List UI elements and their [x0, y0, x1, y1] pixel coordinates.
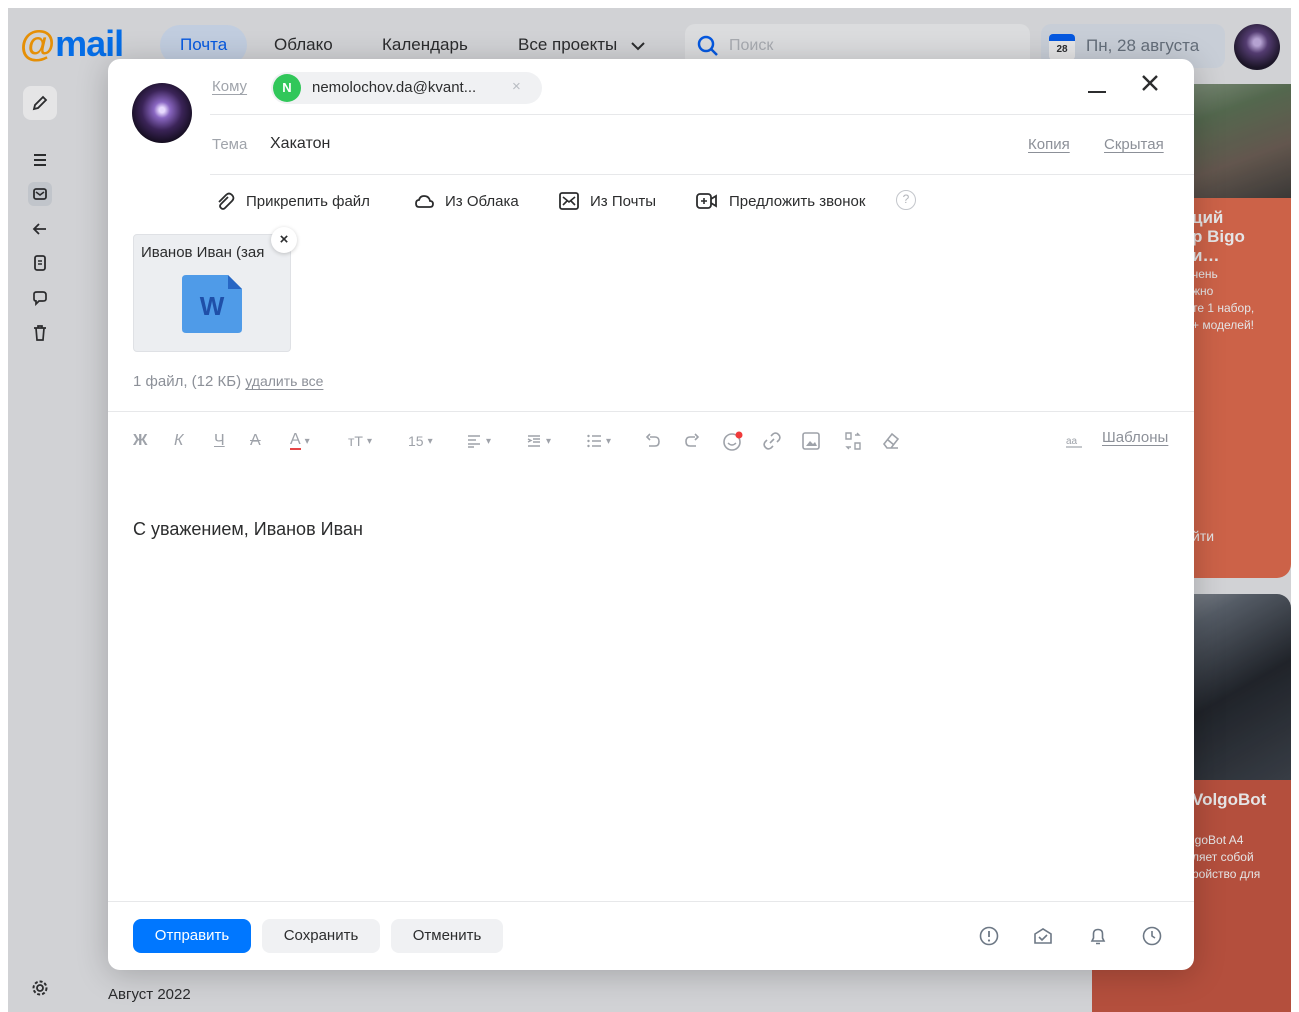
font-size-select[interactable]: 15 ▾	[408, 429, 433, 453]
chevron-down-icon: ▾	[366, 435, 372, 447]
formatting-toolbar: Ж К Ч А А ▾ тТ ▾ 15 ▾ ▾ ▾ ▾ aa	[108, 425, 1194, 457]
image-button[interactable]	[801, 429, 821, 453]
list-icon	[587, 434, 601, 448]
remove-recipient-icon[interactable]: ×	[512, 78, 521, 95]
align-button[interactable]: ▾	[466, 429, 491, 453]
chevron-down-icon: ▾	[304, 435, 310, 447]
reminder-bell-icon[interactable]	[1087, 925, 1109, 947]
video-call-icon	[696, 193, 717, 209]
recipient-email: nemolochov.da@kvant...	[312, 79, 477, 96]
svg-text:W: W	[200, 291, 225, 321]
divider	[108, 901, 1194, 902]
redo-button[interactable]	[683, 429, 701, 453]
attachment-summary: 1 файл, (12 КБ) удалить все	[133, 373, 324, 390]
delete-all-link[interactable]: удалить все	[245, 373, 323, 389]
attach-file-button[interactable]: Прикрепить файл	[214, 187, 370, 215]
close-button[interactable]	[1138, 71, 1162, 95]
indent-button[interactable]: ▾	[526, 429, 551, 453]
close-icon	[1142, 75, 1158, 91]
link-button[interactable]	[762, 429, 782, 453]
to-label[interactable]: Кому	[212, 78, 247, 95]
templates-icon: aa	[1066, 436, 1082, 448]
paperclip-icon	[218, 192, 235, 210]
from-cloud-button[interactable]: Из Облака	[413, 187, 519, 215]
clear-format-button[interactable]	[881, 429, 901, 453]
mail-icon	[559, 192, 579, 210]
font-style-button[interactable]: тТ ▾	[348, 429, 372, 453]
text-color-button[interactable]: А ▾	[290, 429, 310, 453]
cc-link[interactable]: Копия	[1028, 136, 1070, 153]
save-button[interactable]: Сохранить	[262, 919, 380, 953]
italic-button[interactable]: К	[174, 429, 183, 453]
word-document-icon: W	[182, 275, 242, 333]
templates-link[interactable]: Шаблоны	[1102, 429, 1168, 446]
remove-attachment-icon[interactable]: ×	[271, 227, 297, 253]
svg-text:aa: aa	[1066, 436, 1078, 447]
recipient-avatar: N	[273, 74, 301, 102]
recipient-chip[interactable]: N nemolochov.da@kvant... ×	[271, 72, 542, 104]
send-button[interactable]: Отправить	[133, 919, 251, 953]
attachment-card[interactable]: Иванов Иван (зая W	[133, 234, 291, 352]
read-receipt-icon[interactable]	[1032, 925, 1054, 947]
indent-icon	[527, 435, 540, 447]
divider	[210, 174, 1194, 175]
divider	[210, 114, 1194, 115]
important-icon[interactable]	[978, 925, 1000, 947]
help-icon[interactable]: ?	[896, 190, 916, 210]
divider	[108, 411, 1194, 412]
bcc-link[interactable]: Скрытая	[1104, 136, 1164, 153]
undo-button[interactable]	[644, 429, 662, 453]
schedule-send-icon[interactable]	[1141, 925, 1163, 947]
underline-button[interactable]: Ч	[214, 429, 225, 453]
cancel-button[interactable]: Отменить	[391, 919, 503, 953]
bold-button[interactable]: Ж	[133, 429, 147, 453]
list-button[interactable]: ▾	[586, 429, 611, 453]
translate-icon	[845, 432, 861, 450]
chevron-down-icon: ▾	[427, 435, 433, 447]
from-mail-button[interactable]: Из Почты	[558, 187, 656, 215]
link-icon	[763, 432, 781, 450]
emoji-icon	[723, 431, 743, 451]
message-body[interactable]: С уважением, Иванов Иван	[133, 519, 363, 540]
propose-call-button[interactable]: Предложить звонок	[695, 187, 865, 215]
eraser-icon	[882, 432, 900, 449]
cloud-icon	[415, 195, 434, 208]
sender-avatar[interactable]	[132, 83, 192, 143]
attachment-name: Иванов Иван (зая	[141, 244, 265, 261]
align-left-icon	[468, 435, 480, 448]
subject-field[interactable]: Хакатон	[270, 135, 330, 153]
strikethrough-button[interactable]: А	[250, 429, 261, 453]
minimize-button[interactable]	[1086, 73, 1110, 97]
image-icon	[802, 432, 820, 450]
undo-icon	[645, 433, 660, 447]
subject-label: Тема	[212, 136, 248, 153]
emoji-button[interactable]	[722, 429, 744, 453]
redo-icon	[685, 433, 700, 447]
translate-button[interactable]	[843, 429, 863, 453]
compose-dialog: Кому N nemolochov.da@kvant... × Тема Хак…	[108, 59, 1194, 970]
